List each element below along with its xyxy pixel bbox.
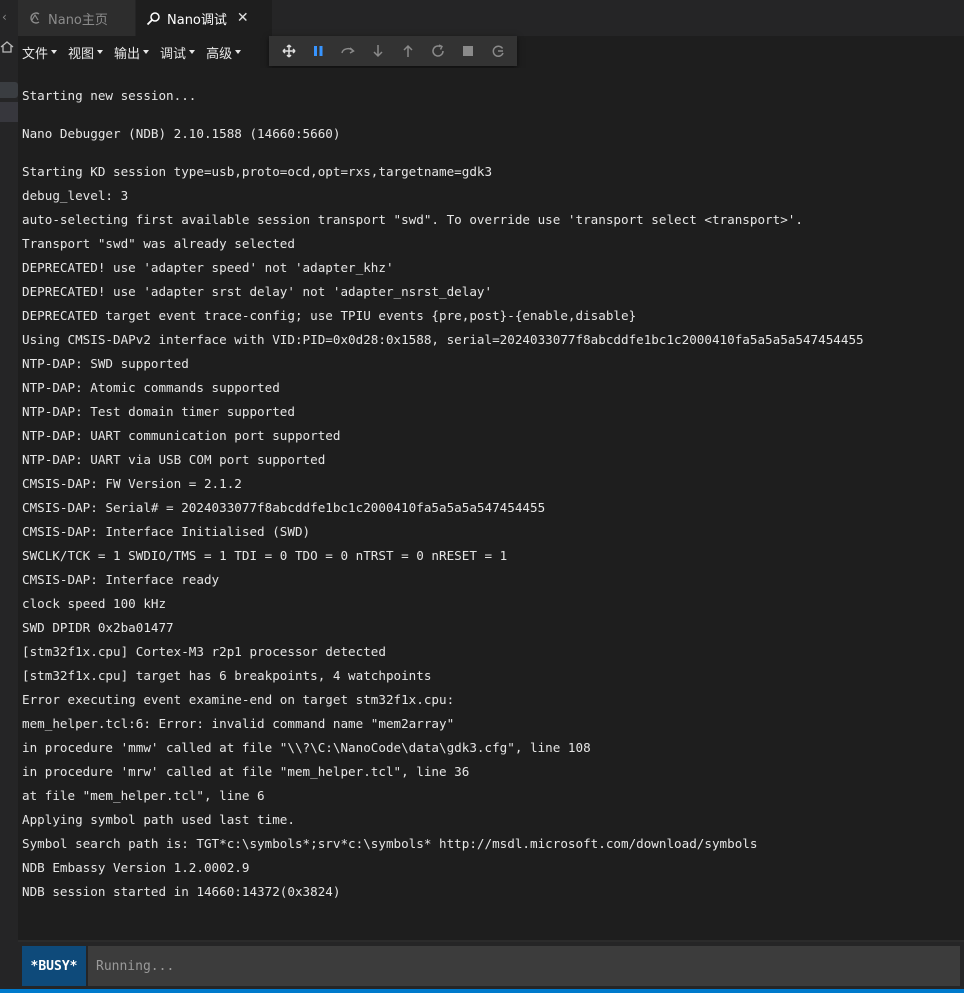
- status-badge: *BUSY*: [22, 946, 86, 986]
- output-line: DEPRECATED! use 'adapter speed' not 'ada…: [22, 260, 394, 275]
- disconnect-icon[interactable]: [483, 36, 513, 66]
- menu-label: 调试: [160, 46, 187, 62]
- output-line: DEPRECATED target event trace-config; us…: [22, 308, 637, 323]
- grip-icon[interactable]: [275, 36, 303, 66]
- output-line: NDB Embassy Version 1.2.0002.9: [22, 860, 250, 875]
- command-bar: *BUSY*: [18, 942, 964, 989]
- tab-nano-home[interactable]: Nano主页: [18, 0, 136, 36]
- output-line: debug_level: 3: [22, 188, 129, 203]
- menu-debug[interactable]: 调试: [156, 36, 198, 68]
- output-line: Symbol search path is: TGT*c:\symbols*;s…: [22, 836, 758, 851]
- debug-toolbar: [269, 36, 517, 66]
- output-line: NDB session started in 14660:14372(0x382…: [22, 884, 341, 899]
- menu-output[interactable]: 输出: [110, 36, 152, 68]
- activity-strip: ‹: [0, 0, 18, 993]
- output-line: auto-selecting first available session t…: [22, 212, 803, 227]
- output-line: [stm32f1x.cpu] Cortex-M3 r2p1 processor …: [22, 644, 386, 659]
- tab-nano-debug[interactable]: Nano调试 ✕: [136, 0, 272, 36]
- restart-icon[interactable]: [423, 36, 453, 66]
- home-icon[interactable]: [0, 40, 14, 54]
- caret-down-icon: [97, 50, 104, 54]
- output-line: clock speed 100 kHz: [22, 596, 167, 611]
- output-line: SWCLK/TCK = 1 SWDIO/TMS = 1 TDI = 0 TDO …: [22, 548, 508, 563]
- tab-label: Nano调试: [167, 12, 227, 28]
- tab-label: Nano主页: [48, 12, 108, 28]
- output-line: in procedure 'mrw' called at file "mem_h…: [22, 764, 470, 779]
- output-line: Using CMSIS-DAPv2 interface with VID:PID…: [22, 332, 864, 347]
- menu-file[interactable]: 文件: [18, 36, 60, 68]
- output-line: Nano Debugger (NDB) 2.10.1588 (14660:566…: [22, 126, 341, 141]
- output-line: Starting KD session type=usb,proto=ocd,o…: [22, 164, 493, 179]
- caret-down-icon: [143, 50, 150, 54]
- output-line: Starting new session...: [22, 88, 197, 103]
- output-line: mem_helper.tcl:6: Error: invalid command…: [22, 716, 455, 731]
- caret-down-icon: [235, 50, 242, 54]
- menu-advanced[interactable]: 高级: [202, 36, 244, 68]
- command-input[interactable]: [88, 946, 960, 986]
- pause-icon[interactable]: [303, 36, 333, 66]
- debug-search-icon: [146, 11, 160, 25]
- menu-view[interactable]: 视图: [64, 36, 106, 68]
- output-line: CMSIS-DAP: Serial# = 2024033077f8abcddfe…: [22, 500, 546, 515]
- debug-output-panel[interactable]: Starting new session... Nano Debugger (ND…: [18, 68, 964, 940]
- output-line: Applying symbol path used last time.: [22, 812, 295, 827]
- output-line: SWD DPIDR 0x2ba01477: [22, 620, 174, 635]
- output-line: DEPRECATED! use 'adapter srst delay' not…: [22, 284, 493, 299]
- output-line: Transport "swd" was already selected: [22, 236, 295, 251]
- output-line: CMSIS-DAP: FW Version = 2.1.2: [22, 476, 242, 491]
- stop-icon[interactable]: [453, 36, 483, 66]
- output-line: Error executing event examine-end on tar…: [22, 692, 455, 707]
- output-line: NTP-DAP: Atomic commands supported: [22, 380, 280, 395]
- output-line: CMSIS-DAP: Interface ready: [22, 572, 220, 587]
- menu-label: 文件: [22, 46, 49, 62]
- output-line: NTP-DAP: UART communication port support…: [22, 428, 341, 443]
- sidebar-item[interactable]: [0, 82, 18, 98]
- menu-bar: 文件 视图 输出 调试 高级: [18, 36, 964, 68]
- tab-bar: Nano主页 Nano调试 ✕: [18, 0, 964, 36]
- output-line: [stm32f1x.cpu] target has 6 breakpoints,…: [22, 668, 432, 683]
- output-line: at file "mem_helper.tcl", line 6: [22, 788, 265, 803]
- output-line: NTP-DAP: SWD supported: [22, 356, 189, 371]
- status-bar: [0, 989, 964, 993]
- menu-label: 输出: [114, 46, 141, 62]
- caret-down-icon: [189, 50, 196, 54]
- output-line: CMSIS-DAP: Interface Initialised (SWD): [22, 524, 311, 539]
- chevron-left-icon[interactable]: ‹: [2, 10, 7, 24]
- caret-down-icon: [51, 50, 58, 54]
- output-line: NTP-DAP: UART via USB COM port supported: [22, 452, 326, 467]
- sidebar-item-selected[interactable]: [0, 102, 18, 122]
- step-over-icon[interactable]: [333, 36, 363, 66]
- nano-logo-icon: [30, 12, 40, 24]
- output-line: in procedure 'mmw' called at file "\\?\C…: [22, 740, 591, 755]
- step-out-icon[interactable]: [393, 36, 423, 66]
- menu-label: 高级: [206, 46, 233, 62]
- menu-label: 视图: [68, 46, 95, 62]
- close-icon[interactable]: ✕: [237, 10, 249, 26]
- step-into-icon[interactable]: [363, 36, 393, 66]
- output-line: NTP-DAP: Test domain timer supported: [22, 404, 295, 419]
